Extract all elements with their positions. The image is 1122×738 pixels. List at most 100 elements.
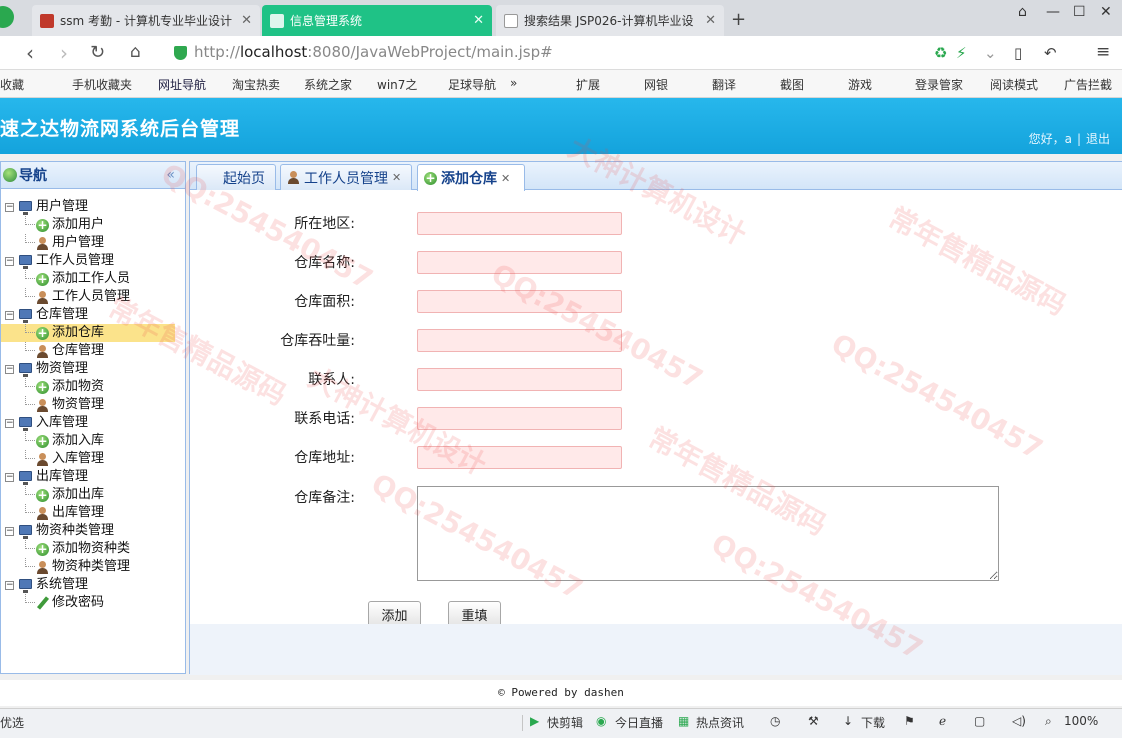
nav-item[interactable]: + 添加仓库 bbox=[1, 324, 185, 342]
collapse-toggle-icon[interactable]: − bbox=[5, 257, 14, 266]
contact-phone-input[interactable] bbox=[417, 407, 622, 430]
dropdown-chevron-icon[interactable]: ⌄ bbox=[984, 44, 997, 62]
notes-textarea[interactable] bbox=[417, 486, 999, 581]
tool-icon[interactable]: ⚒ bbox=[808, 714, 819, 728]
window-icon[interactable]: ▢ bbox=[974, 714, 985, 728]
bookmark-item[interactable]: 登录管家 bbox=[915, 76, 963, 93]
nav-item[interactable]: + 添加出库 bbox=[1, 486, 185, 504]
nav-group[interactable]: − 用户管理 bbox=[1, 198, 185, 216]
forward-icon[interactable]: › bbox=[60, 41, 68, 65]
nav-item[interactable]: 入库管理 bbox=[1, 450, 185, 468]
warehouse-area-input[interactable] bbox=[417, 290, 622, 313]
throughput-input[interactable] bbox=[417, 329, 622, 352]
history-icon[interactable]: ◷ bbox=[770, 714, 780, 728]
reader-icon[interactable]: ▯ bbox=[1014, 44, 1022, 62]
nav-item[interactable]: 修改密码 bbox=[1, 594, 185, 612]
nav-item[interactable]: + 添加入库 bbox=[1, 432, 185, 450]
collapse-toggle-icon[interactable]: − bbox=[5, 419, 14, 428]
nav-item[interactable]: + 添加物资种类 bbox=[1, 540, 185, 558]
nav-item[interactable]: + 添加工作人员 bbox=[1, 270, 185, 288]
collapse-toggle-icon[interactable]: − bbox=[5, 365, 14, 374]
status-recommend[interactable]: 优选 bbox=[0, 714, 24, 731]
close-tab-icon[interactable]: ✕ bbox=[241, 13, 252, 28]
nav-group[interactable]: − 工作人员管理 bbox=[1, 252, 185, 270]
zoom-level[interactable]: 100% bbox=[1064, 714, 1098, 728]
globe-icon bbox=[3, 168, 17, 182]
bookmark-item[interactable]: 网银 bbox=[644, 76, 668, 93]
minimize-icon[interactable]: — bbox=[1046, 4, 1060, 20]
browser-tab-1[interactable]: ssm 考勤 - 计算机专业毕业设计 ✕ bbox=[32, 5, 260, 36]
undo-icon[interactable]: ↶ bbox=[1044, 44, 1057, 62]
warehouse-address-input[interactable] bbox=[417, 446, 622, 469]
bookmark-item[interactable]: 收藏 bbox=[0, 76, 24, 93]
reload-icon[interactable]: ↻ bbox=[90, 42, 105, 63]
maximize-icon[interactable]: ☐ bbox=[1073, 4, 1086, 20]
nav-item[interactable]: 物资管理 bbox=[1, 396, 185, 414]
ie-icon[interactable]: ℯ bbox=[939, 714, 946, 728]
nav-group[interactable]: − 物资管理 bbox=[1, 360, 185, 378]
status-item[interactable]: 热点资讯 bbox=[696, 714, 744, 731]
bookmark-item[interactable]: 扩展 bbox=[576, 76, 600, 93]
status-item[interactable]: 下载 bbox=[861, 714, 885, 731]
region-input[interactable] bbox=[417, 212, 622, 235]
bookmark-item[interactable]: 淘宝热卖 bbox=[232, 76, 280, 93]
nav-item[interactable]: 工作人员管理 bbox=[1, 288, 185, 306]
nav-item[interactable]: + 添加用户 bbox=[1, 216, 185, 234]
bookmark-item[interactable]: 截图 bbox=[780, 76, 804, 93]
close-tab-icon[interactable]: ✕ bbox=[392, 171, 401, 184]
menu-icon[interactable]: ≡ bbox=[1096, 42, 1110, 62]
back-icon[interactable]: ‹ bbox=[26, 41, 34, 65]
collapse-toggle-icon[interactable]: − bbox=[5, 203, 14, 212]
nav-group[interactable]: − 入库管理 bbox=[1, 414, 185, 432]
flag-icon[interactable]: ⚑ bbox=[904, 714, 915, 728]
speed-mode-icon[interactable]: ⚡ bbox=[956, 44, 967, 62]
greeting-text: 您好，a bbox=[1028, 132, 1072, 146]
tab-start-page[interactable]: 起始页 bbox=[196, 164, 276, 190]
download-icon: ↓ bbox=[843, 714, 854, 728]
nav-group[interactable]: − 物资种类管理 bbox=[1, 522, 185, 540]
nav-group[interactable]: − 出库管理 bbox=[1, 468, 185, 486]
bookmark-item[interactable]: 翻译 bbox=[712, 76, 736, 93]
home-icon[interactable]: ⌂ bbox=[130, 42, 141, 62]
nav-group[interactable]: − 系统管理 bbox=[1, 576, 185, 594]
bookmark-item[interactable]: win7之 bbox=[377, 76, 417, 93]
collapse-toggle-icon[interactable]: − bbox=[5, 581, 14, 590]
bookmark-item[interactable]: 网址导航 bbox=[158, 76, 206, 93]
bookmark-item[interactable]: 游戏 bbox=[848, 76, 872, 93]
collapse-toggle-icon[interactable]: − bbox=[5, 473, 14, 482]
nav-item[interactable]: + 添加物资 bbox=[1, 378, 185, 396]
nav-item[interactable]: 用户管理 bbox=[1, 234, 185, 252]
close-window-icon[interactable]: ✕ bbox=[1100, 4, 1112, 20]
skin-icon[interactable]: ⌂ bbox=[1018, 4, 1027, 20]
bookmark-item[interactable]: 广告拦截 bbox=[1064, 76, 1112, 93]
warehouse-name-input[interactable] bbox=[417, 251, 622, 274]
logout-link[interactable]: 退出 bbox=[1086, 132, 1110, 146]
bookmark-item[interactable]: 手机收藏夹 bbox=[72, 76, 132, 93]
browser-tab-2[interactable]: 信息管理系统 ✕ bbox=[262, 5, 492, 36]
nav-item[interactable]: 物资种类管理 bbox=[1, 558, 185, 576]
collapse-toggle-icon[interactable]: − bbox=[5, 527, 14, 536]
bookmark-more[interactable]: » bbox=[510, 76, 517, 90]
collapse-icon[interactable]: « bbox=[166, 167, 175, 183]
bookmark-item[interactable]: 阅读模式 bbox=[990, 76, 1038, 93]
volume-icon[interactable]: ◁) bbox=[1012, 714, 1026, 728]
close-tab-icon[interactable]: ✕ bbox=[501, 172, 510, 185]
bookmark-item[interactable]: 足球导航 bbox=[448, 76, 496, 93]
nav-group[interactable]: − 仓库管理 bbox=[1, 306, 185, 324]
nav-item[interactable]: 仓库管理 bbox=[1, 342, 185, 360]
tab-add-warehouse[interactable]: + 添加仓库 ✕ bbox=[417, 164, 525, 191]
status-item[interactable]: 今日直播 bbox=[615, 714, 663, 731]
close-tab-icon[interactable]: ✕ bbox=[705, 13, 716, 28]
close-tab-icon[interactable]: ✕ bbox=[473, 13, 484, 28]
tab-staff-management[interactable]: 工作人员管理 ✕ bbox=[280, 164, 412, 190]
browser-tab-3[interactable]: 搜索结果 JSP026-计算机毕业设 ✕ bbox=[496, 5, 724, 36]
contact-person-input[interactable] bbox=[417, 368, 622, 391]
nav-item[interactable]: 出库管理 bbox=[1, 504, 185, 522]
new-tab-icon[interactable]: + bbox=[731, 9, 746, 30]
url-field[interactable]: http://localhost:8080/JavaWebProject/mai… bbox=[194, 43, 944, 61]
refresh-status-icon[interactable]: ♻ bbox=[934, 44, 947, 62]
bookmark-item[interactable]: 系统之家 bbox=[304, 76, 352, 93]
browser-tab-title: ssm 考勤 - 计算机专业毕业设计 bbox=[60, 14, 232, 28]
collapse-toggle-icon[interactable]: − bbox=[5, 311, 14, 320]
status-item[interactable]: 快剪辑 bbox=[547, 714, 583, 731]
